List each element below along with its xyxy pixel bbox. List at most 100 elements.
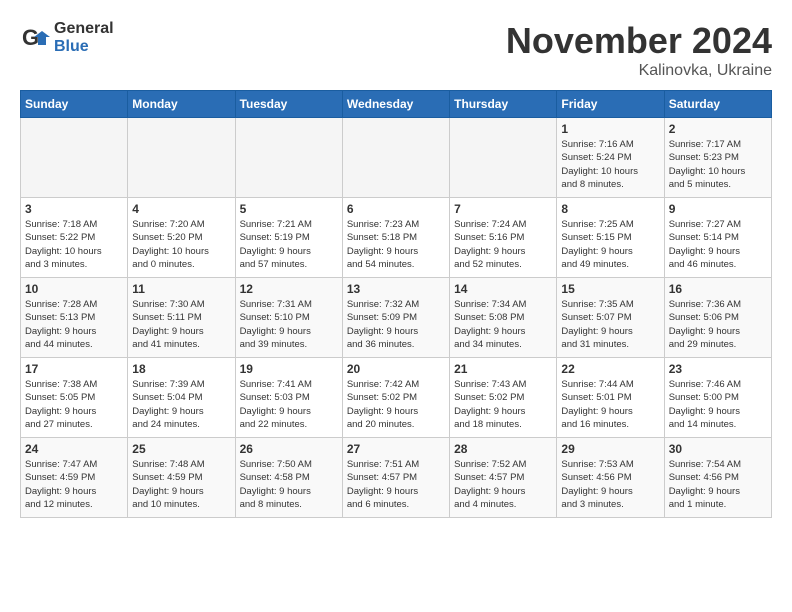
calendar-cell: 4 Sunrise: 7:20 AM Sunset: 5:20 PM Daylig… xyxy=(128,198,235,278)
calendar-cell: 21 Sunrise: 7:43 AM Sunset: 5:02 PM Dayli… xyxy=(450,358,557,438)
day-info: Sunrise: 7:32 AM Sunset: 5:09 PM Dayligh… xyxy=(347,298,445,351)
logo-blue: Blue xyxy=(54,38,114,56)
calendar-body: 1 Sunrise: 7:16 AM Sunset: 5:24 PM Daylig… xyxy=(21,118,772,518)
day-number: 5 xyxy=(240,202,338,216)
calendar-header: SundayMondayTuesdayWednesdayThursdayFrid… xyxy=(21,91,772,118)
weekday-header: Tuesday xyxy=(235,91,342,118)
weekday-header: Thursday xyxy=(450,91,557,118)
day-info: Sunrise: 7:50 AM Sunset: 4:58 PM Dayligh… xyxy=(240,458,338,511)
day-info: Sunrise: 7:41 AM Sunset: 5:03 PM Dayligh… xyxy=(240,378,338,431)
calendar-cell: 9 Sunrise: 7:27 AM Sunset: 5:14 PM Daylig… xyxy=(664,198,771,278)
calendar-cell: 22Sunrise: 7:44 AM Sunset: 5:01 PM Dayli… xyxy=(557,358,664,438)
day-number: 29 xyxy=(561,442,659,456)
weekday-header: Wednesday xyxy=(342,91,449,118)
day-info: Sunrise: 7:31 AM Sunset: 5:10 PM Dayligh… xyxy=(240,298,338,351)
calendar-week: 24 Sunrise: 7:47 AM Sunset: 4:59 PM Dayli… xyxy=(21,438,772,518)
day-info: Sunrise: 7:46 AM Sunset: 5:00 PM Dayligh… xyxy=(669,378,767,431)
day-info: Sunrise: 7:35 AM Sunset: 5:07 PM Dayligh… xyxy=(561,298,659,351)
calendar-cell: 25Sunrise: 7:48 AM Sunset: 4:59 PM Dayli… xyxy=(128,438,235,518)
day-info: Sunrise: 7:39 AM Sunset: 5:04 PM Dayligh… xyxy=(132,378,230,431)
calendar-cell: 20 Sunrise: 7:42 AM Sunset: 5:02 PM Dayli… xyxy=(342,358,449,438)
day-number: 15 xyxy=(561,282,659,296)
calendar-cell: 27Sunrise: 7:51 AM Sunset: 4:57 PM Dayli… xyxy=(342,438,449,518)
month-title: November 2024 xyxy=(506,20,772,62)
calendar-cell: 18 Sunrise: 7:39 AM Sunset: 5:04 PM Dayli… xyxy=(128,358,235,438)
calendar-cell: 12Sunrise: 7:31 AM Sunset: 5:10 PM Dayli… xyxy=(235,278,342,358)
day-info: Sunrise: 7:20 AM Sunset: 5:20 PM Dayligh… xyxy=(132,218,230,271)
weekday-header: Sunday xyxy=(21,91,128,118)
day-info: Sunrise: 7:24 AM Sunset: 5:16 PM Dayligh… xyxy=(454,218,552,271)
calendar-cell: 26 Sunrise: 7:50 AM Sunset: 4:58 PM Dayli… xyxy=(235,438,342,518)
day-number: 8 xyxy=(561,202,659,216)
day-number: 19 xyxy=(240,362,338,376)
calendar-cell: 1 Sunrise: 7:16 AM Sunset: 5:24 PM Daylig… xyxy=(557,118,664,198)
day-info: Sunrise: 7:16 AM Sunset: 5:24 PM Dayligh… xyxy=(561,138,659,191)
calendar-cell xyxy=(128,118,235,198)
day-number: 3 xyxy=(25,202,123,216)
calendar-cell: 24 Sunrise: 7:47 AM Sunset: 4:59 PM Dayli… xyxy=(21,438,128,518)
day-info: Sunrise: 7:25 AM Sunset: 5:15 PM Dayligh… xyxy=(561,218,659,271)
day-number: 6 xyxy=(347,202,445,216)
day-number: 1 xyxy=(561,122,659,136)
calendar-cell: 5 Sunrise: 7:21 AM Sunset: 5:19 PM Daylig… xyxy=(235,198,342,278)
day-number: 14 xyxy=(454,282,552,296)
calendar-cell: 7 Sunrise: 7:24 AM Sunset: 5:16 PM Daylig… xyxy=(450,198,557,278)
day-number: 24 xyxy=(25,442,123,456)
calendar-cell: 14 Sunrise: 7:34 AM Sunset: 5:08 PM Dayli… xyxy=(450,278,557,358)
day-info: Sunrise: 7:23 AM Sunset: 5:18 PM Dayligh… xyxy=(347,218,445,271)
day-number: 17 xyxy=(25,362,123,376)
day-info: Sunrise: 7:21 AM Sunset: 5:19 PM Dayligh… xyxy=(240,218,338,271)
calendar-cell: 23Sunrise: 7:46 AM Sunset: 5:00 PM Dayli… xyxy=(664,358,771,438)
day-number: 30 xyxy=(669,442,767,456)
day-info: Sunrise: 7:34 AM Sunset: 5:08 PM Dayligh… xyxy=(454,298,552,351)
calendar-cell xyxy=(235,118,342,198)
logo-text: General Blue xyxy=(54,20,114,55)
calendar-cell: 16Sunrise: 7:36 AM Sunset: 5:06 PM Dayli… xyxy=(664,278,771,358)
day-info: Sunrise: 7:28 AM Sunset: 5:13 PM Dayligh… xyxy=(25,298,123,351)
calendar-cell: 30 Sunrise: 7:54 AM Sunset: 4:56 PM Dayli… xyxy=(664,438,771,518)
day-info: Sunrise: 7:51 AM Sunset: 4:57 PM Dayligh… xyxy=(347,458,445,511)
calendar-cell: 10 Sunrise: 7:28 AM Sunset: 5:13 PM Dayli… xyxy=(21,278,128,358)
calendar-cell: 3 Sunrise: 7:18 AM Sunset: 5:22 PM Daylig… xyxy=(21,198,128,278)
location: Kalinovka, Ukraine xyxy=(506,62,772,80)
day-number: 18 xyxy=(132,362,230,376)
calendar-cell: 15 Sunrise: 7:35 AM Sunset: 5:07 PM Dayli… xyxy=(557,278,664,358)
day-number: 11 xyxy=(132,282,230,296)
day-number: 25 xyxy=(132,442,230,456)
calendar-cell xyxy=(21,118,128,198)
calendar-week: 1 Sunrise: 7:16 AM Sunset: 5:24 PM Daylig… xyxy=(21,118,772,198)
day-info: Sunrise: 7:54 AM Sunset: 4:56 PM Dayligh… xyxy=(669,458,767,511)
day-info: Sunrise: 7:18 AM Sunset: 5:22 PM Dayligh… xyxy=(25,218,123,271)
calendar-cell: 19 Sunrise: 7:41 AM Sunset: 5:03 PM Dayli… xyxy=(235,358,342,438)
day-number: 7 xyxy=(454,202,552,216)
calendar-cell: 13 Sunrise: 7:32 AM Sunset: 5:09 PM Dayli… xyxy=(342,278,449,358)
calendar-cell: 6 Sunrise: 7:23 AM Sunset: 5:18 PM Daylig… xyxy=(342,198,449,278)
day-number: 21 xyxy=(454,362,552,376)
day-number: 4 xyxy=(132,202,230,216)
weekday-row: SundayMondayTuesdayWednesdayThursdayFrid… xyxy=(21,91,772,118)
day-number: 26 xyxy=(240,442,338,456)
calendar-week: 17 Sunrise: 7:38 AM Sunset: 5:05 PM Dayli… xyxy=(21,358,772,438)
calendar-cell xyxy=(342,118,449,198)
day-info: Sunrise: 7:38 AM Sunset: 5:05 PM Dayligh… xyxy=(25,378,123,431)
page-header: G General Blue November 2024 Kalinovka, … xyxy=(20,20,772,80)
day-number: 10 xyxy=(25,282,123,296)
calendar-cell: 2Sunrise: 7:17 AM Sunset: 5:23 PM Daylig… xyxy=(664,118,771,198)
day-number: 2 xyxy=(669,122,767,136)
day-number: 16 xyxy=(669,282,767,296)
day-info: Sunrise: 7:42 AM Sunset: 5:02 PM Dayligh… xyxy=(347,378,445,431)
day-info: Sunrise: 7:30 AM Sunset: 5:11 PM Dayligh… xyxy=(132,298,230,351)
day-number: 28 xyxy=(454,442,552,456)
day-number: 20 xyxy=(347,362,445,376)
logo-icon: G xyxy=(20,23,50,53)
day-number: 13 xyxy=(347,282,445,296)
calendar-week: 10 Sunrise: 7:28 AM Sunset: 5:13 PM Dayli… xyxy=(21,278,772,358)
day-info: Sunrise: 7:27 AM Sunset: 5:14 PM Dayligh… xyxy=(669,218,767,271)
calendar-cell: 17 Sunrise: 7:38 AM Sunset: 5:05 PM Dayli… xyxy=(21,358,128,438)
weekday-header: Saturday xyxy=(664,91,771,118)
day-info: Sunrise: 7:47 AM Sunset: 4:59 PM Dayligh… xyxy=(25,458,123,511)
calendar-cell xyxy=(450,118,557,198)
day-number: 9 xyxy=(669,202,767,216)
day-info: Sunrise: 7:43 AM Sunset: 5:02 PM Dayligh… xyxy=(454,378,552,431)
calendar-cell: 29Sunrise: 7:53 AM Sunset: 4:56 PM Dayli… xyxy=(557,438,664,518)
